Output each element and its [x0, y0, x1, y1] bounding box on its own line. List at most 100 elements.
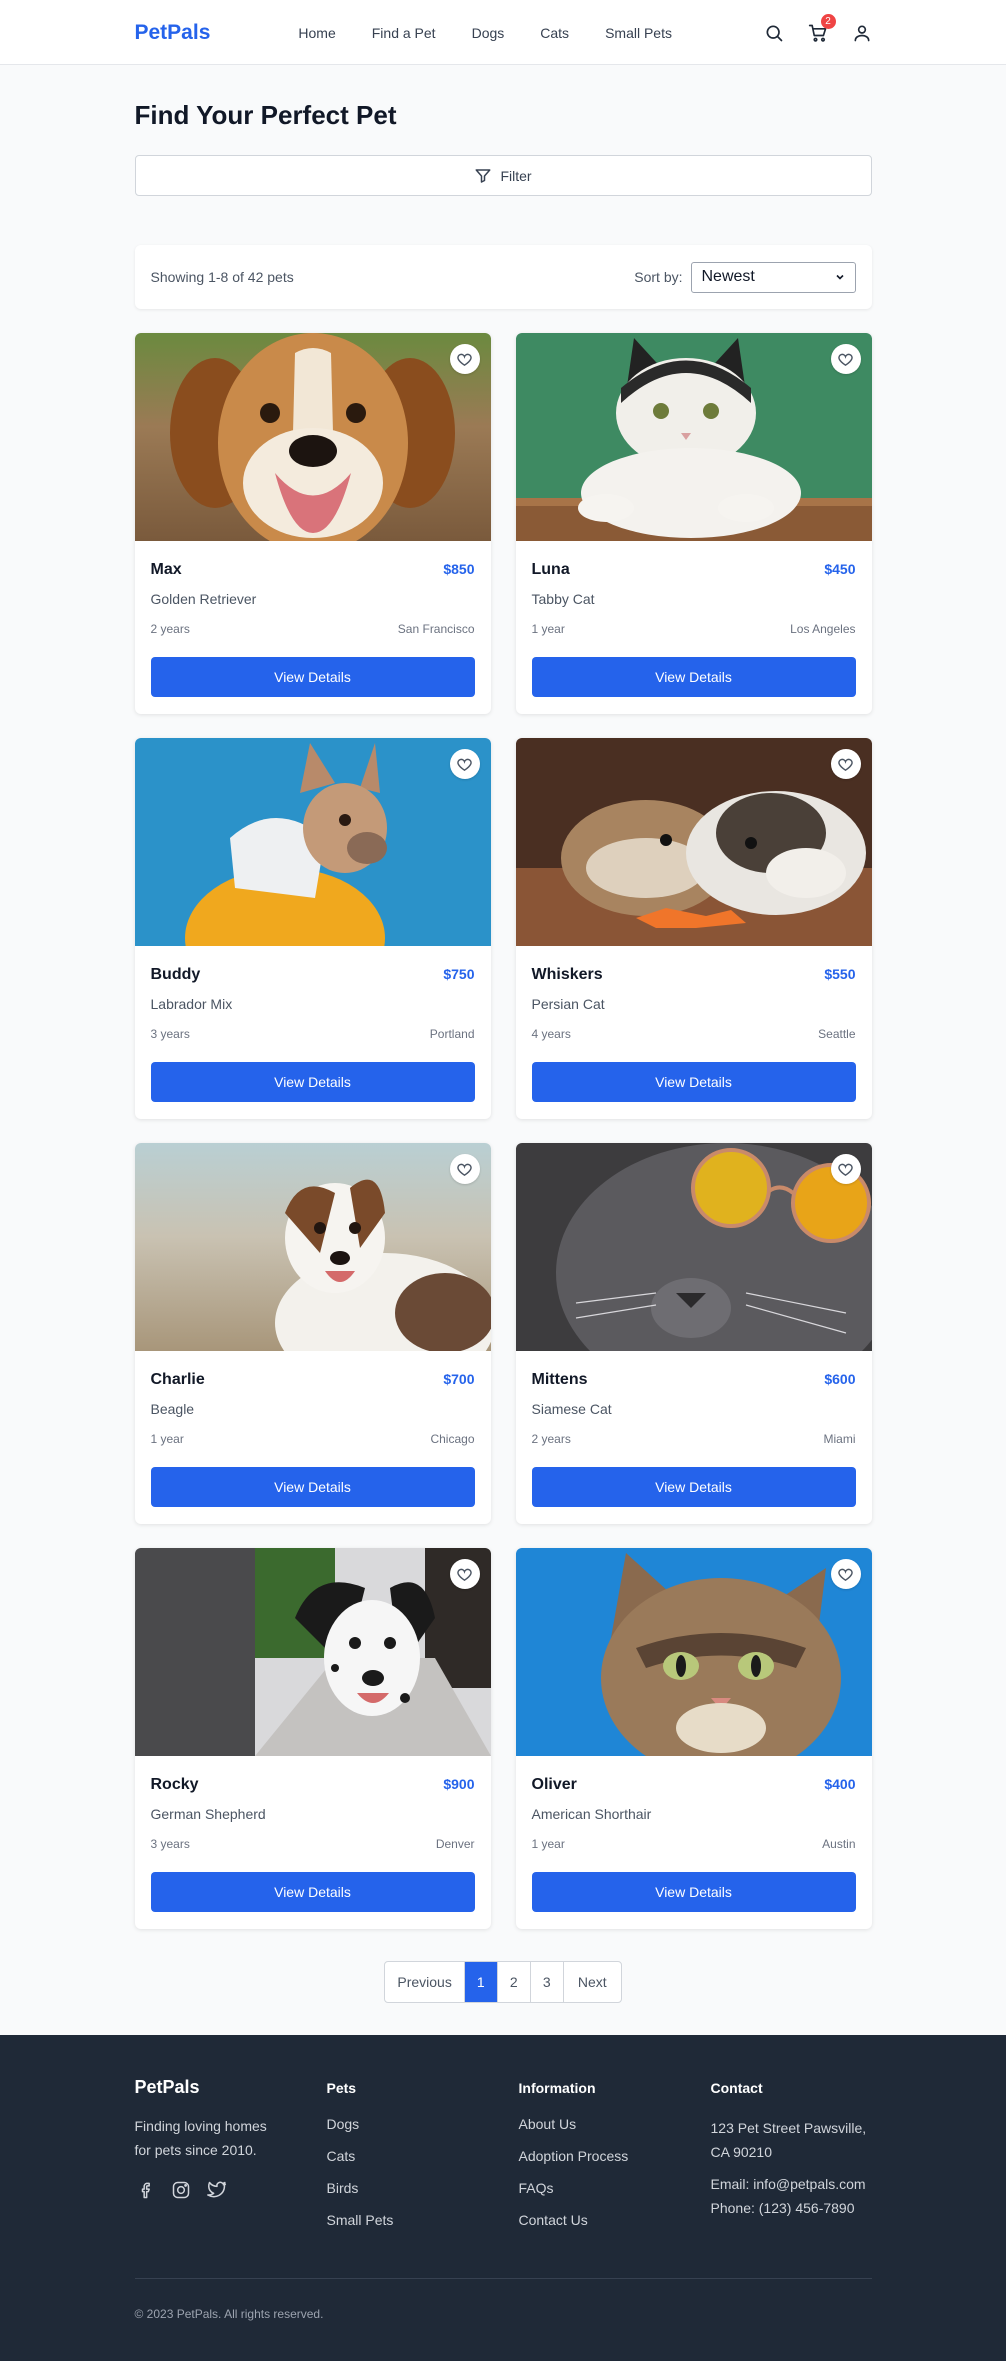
pet-photo[interactable]	[134, 738, 491, 946]
twitter-icon[interactable]	[206, 2180, 227, 2200]
heart-icon	[838, 758, 853, 771]
view-details-button[interactable]: View Details	[531, 1872, 856, 1912]
pet-photo[interactable]	[134, 1143, 491, 1351]
pet-breed: Labrador Mix	[150, 996, 233, 1012]
sort-label: Sort by:	[634, 269, 683, 285]
heart-icon	[457, 353, 472, 366]
facebook-icon[interactable]	[135, 2180, 155, 2200]
pagination-page-1[interactable]: 1	[464, 1962, 498, 2002]
pet-breed: Siamese Cat	[531, 1401, 612, 1417]
footer-tagline: Finding loving homes for pets since 2010…	[134, 2118, 267, 2158]
pet-location: Austin	[822, 1837, 856, 1851]
pet-age: 2 years	[150, 622, 190, 636]
pet-location: San Francisco	[397, 622, 475, 636]
pet-price: $900	[443, 1776, 475, 1792]
footer-link-about-us[interactable]: About Us	[519, 2116, 711, 2135]
pet-location: Los Angeles	[790, 622, 856, 636]
nav-home[interactable]: Home	[298, 25, 335, 41]
view-details-button[interactable]: View Details	[531, 1467, 856, 1507]
page-title: Find Your Perfect Pet	[134, 100, 397, 130]
pet-breed: Tabby Cat	[531, 591, 595, 607]
nav-cats[interactable]: Cats	[540, 25, 569, 41]
pet-location: Chicago	[430, 1432, 475, 1446]
footer-info-heading: Information	[518, 2080, 596, 2096]
favorite-button[interactable]	[830, 344, 861, 374]
nav-small-pets[interactable]: Small Pets	[605, 25, 672, 41]
pet-location: Portland	[429, 1027, 475, 1041]
favorite-button[interactable]	[449, 1559, 480, 1589]
pagination-previous[interactable]: Previous	[385, 1962, 465, 2002]
pet-photo[interactable]	[515, 1143, 872, 1351]
pagination: Previous 1 2 3 Next	[384, 1961, 622, 2003]
sort-select[interactable]: Newest	[690, 261, 856, 293]
pet-price: $600	[824, 1371, 856, 1387]
footer-link-birds[interactable]: Birds	[327, 2180, 519, 2199]
search-icon[interactable]	[764, 23, 784, 43]
favorite-button[interactable]	[830, 1154, 861, 1184]
pet-card: Charlie $700 Beagle 1 year Chicago View …	[134, 1143, 491, 1524]
user-icon[interactable]	[852, 23, 872, 43]
pet-photo[interactable]	[134, 1548, 491, 1756]
pet-price: $750	[443, 966, 475, 982]
footer-phone: Phone: (123) 456-7890	[710, 2200, 855, 2216]
pet-age: 2 years	[531, 1432, 571, 1446]
pagination-next[interactable]: Next	[564, 1962, 621, 2002]
chevron-down-icon	[835, 274, 844, 280]
pet-name: Charlie	[150, 1371, 205, 1388]
instagram-icon[interactable]	[171, 2180, 191, 2200]
copyright: © 2023 PetPals. All rights reserved.	[134, 2307, 324, 2321]
social-links	[135, 2180, 327, 2200]
pet-card: Buddy $750 Labrador Mix 3 years Portland…	[134, 738, 491, 1119]
pagination-page-3[interactable]: 3	[531, 1962, 564, 2002]
pet-location: Miami	[823, 1432, 856, 1446]
pet-card: Whiskers $550 Persian Cat 4 years Seattl…	[515, 738, 872, 1119]
view-details-button[interactable]: View Details	[150, 657, 475, 697]
footer-contact-heading: Contact	[710, 2080, 763, 2096]
favorite-button[interactable]	[449, 1154, 480, 1184]
pet-photo[interactable]	[515, 333, 872, 541]
footer-link-small-pets[interactable]: Small Pets	[327, 2212, 519, 2231]
pet-photo[interactable]	[134, 333, 491, 541]
favorite-button[interactable]	[449, 344, 480, 374]
pet-name: Luna	[531, 561, 570, 578]
favorite-button[interactable]	[830, 1559, 861, 1589]
nav-dogs[interactable]: Dogs	[472, 25, 505, 41]
nav-find-a-pet[interactable]: Find a Pet	[372, 25, 436, 41]
pet-card: Oliver $400 American Shorthair 1 year Au…	[515, 1548, 872, 1929]
pet-photo[interactable]	[515, 738, 872, 946]
view-details-button[interactable]: View Details	[150, 1062, 475, 1102]
results-count: Showing 1-8 of 42 pets	[150, 269, 294, 285]
pagination-page-2[interactable]: 2	[498, 1962, 531, 2002]
site-footer: PetPals Finding loving homes for pets si…	[0, 2035, 1006, 2361]
pet-grid: Max $850 Golden Retriever 2 years San Fr…	[134, 333, 872, 1929]
view-details-button[interactable]: View Details	[531, 657, 856, 697]
site-header: PetPals Home Find a Pet Dogs Cats Small …	[0, 0, 1006, 65]
pet-breed: Persian Cat	[531, 996, 605, 1012]
footer-link-adoption-process[interactable]: Adoption Process	[519, 2148, 711, 2167]
favorite-button[interactable]	[449, 749, 480, 779]
cart-count-badge: 2	[820, 13, 836, 29]
pet-card: Max $850 Golden Retriever 2 years San Fr…	[134, 333, 491, 714]
pet-photo[interactable]	[515, 1548, 872, 1756]
filter-label: Filter	[500, 167, 532, 184]
pet-name: Mittens	[531, 1371, 588, 1388]
view-details-button[interactable]: View Details	[531, 1062, 856, 1102]
pet-price: $700	[443, 1371, 475, 1387]
site-logo[interactable]: PetPals	[135, 21, 211, 45]
pet-age: 1 year	[531, 1837, 565, 1851]
filter-button[interactable]: Filter	[134, 155, 872, 196]
heart-icon	[457, 1163, 472, 1176]
footer-link-faqs[interactable]: FAQs	[519, 2180, 711, 2199]
view-details-button[interactable]: View Details	[150, 1872, 475, 1912]
favorite-button[interactable]	[830, 749, 861, 779]
footer-link-cats[interactable]: Cats	[327, 2148, 519, 2167]
view-details-button[interactable]: View Details	[150, 1467, 475, 1507]
heart-icon	[838, 1568, 853, 1581]
footer-link-contact-us[interactable]: Contact Us	[519, 2212, 711, 2231]
footer-link-dogs[interactable]: Dogs	[327, 2116, 519, 2135]
pet-price: $550	[824, 966, 856, 982]
pet-card: Rocky $900 German Shepherd 3 years Denve…	[134, 1548, 491, 1929]
cart-icon[interactable]: 2	[808, 13, 836, 43]
pet-card: Mittens $600 Siamese Cat 2 years Miami V…	[515, 1143, 872, 1524]
pet-location: Seattle	[818, 1027, 856, 1041]
